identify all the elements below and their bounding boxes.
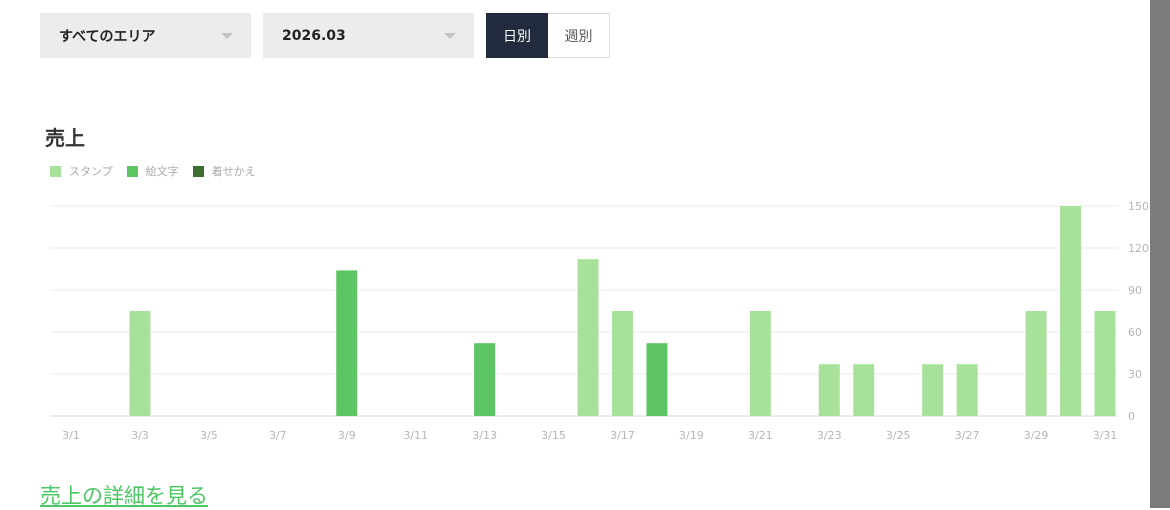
y-tick-label: 90: [1128, 284, 1142, 297]
x-tick-label: 3/5: [200, 429, 218, 442]
y-tick-label: 120: [1128, 242, 1149, 255]
x-tick-label: 3/25: [886, 429, 911, 442]
x-tick-label: 3/19: [679, 429, 704, 442]
y-tick-label: 0: [1128, 410, 1135, 423]
bar-emoji: [336, 270, 358, 416]
x-tick-label: 3/9: [338, 429, 356, 442]
x-tick-label: 3/29: [1024, 429, 1049, 442]
bar-stamp: [611, 311, 633, 416]
x-tick-label: 3/31: [1093, 429, 1118, 442]
x-tick-label: 3/11: [403, 429, 428, 442]
bar-stamp: [577, 259, 599, 416]
x-tick-label: 3/13: [472, 429, 497, 442]
bar-stamp: [1094, 311, 1116, 416]
sales-bar-chart: 0 30 60 90 120 150 3/1 3/3 3/5 3/7 3/9 3/11 3/13 3/15…: [50, 200, 1149, 442]
y-tick-label: 150: [1128, 200, 1149, 213]
bar-stamp: [749, 311, 771, 416]
sales-detail-link[interactable]: 売上の詳細を見る: [40, 480, 208, 510]
bar-emoji: [474, 343, 496, 416]
y-tick-label: 30: [1128, 368, 1142, 381]
x-tick-label: 3/7: [269, 429, 287, 442]
bar-stamp: [853, 364, 875, 416]
bar-stamp: [818, 364, 840, 416]
x-tick-label: 3/17: [610, 429, 635, 442]
scrollbar-track[interactable]: [1150, 0, 1170, 508]
x-tick-label: 3/23: [817, 429, 842, 442]
x-tick-label: 3/1: [62, 429, 80, 442]
x-tick-label: 3/27: [955, 429, 980, 442]
bar-stamp: [129, 311, 151, 416]
bar-stamp: [1060, 206, 1082, 416]
bar-stamp: [1025, 311, 1047, 416]
x-tick-label: 3/21: [748, 429, 773, 442]
y-tick-label: 60: [1128, 326, 1142, 339]
x-tick-label: 3/3: [131, 429, 149, 442]
bar-emoji: [646, 343, 668, 416]
bar-stamp: [922, 364, 944, 416]
bar-stamp: [956, 364, 978, 416]
x-tick-label: 3/15: [541, 429, 566, 442]
